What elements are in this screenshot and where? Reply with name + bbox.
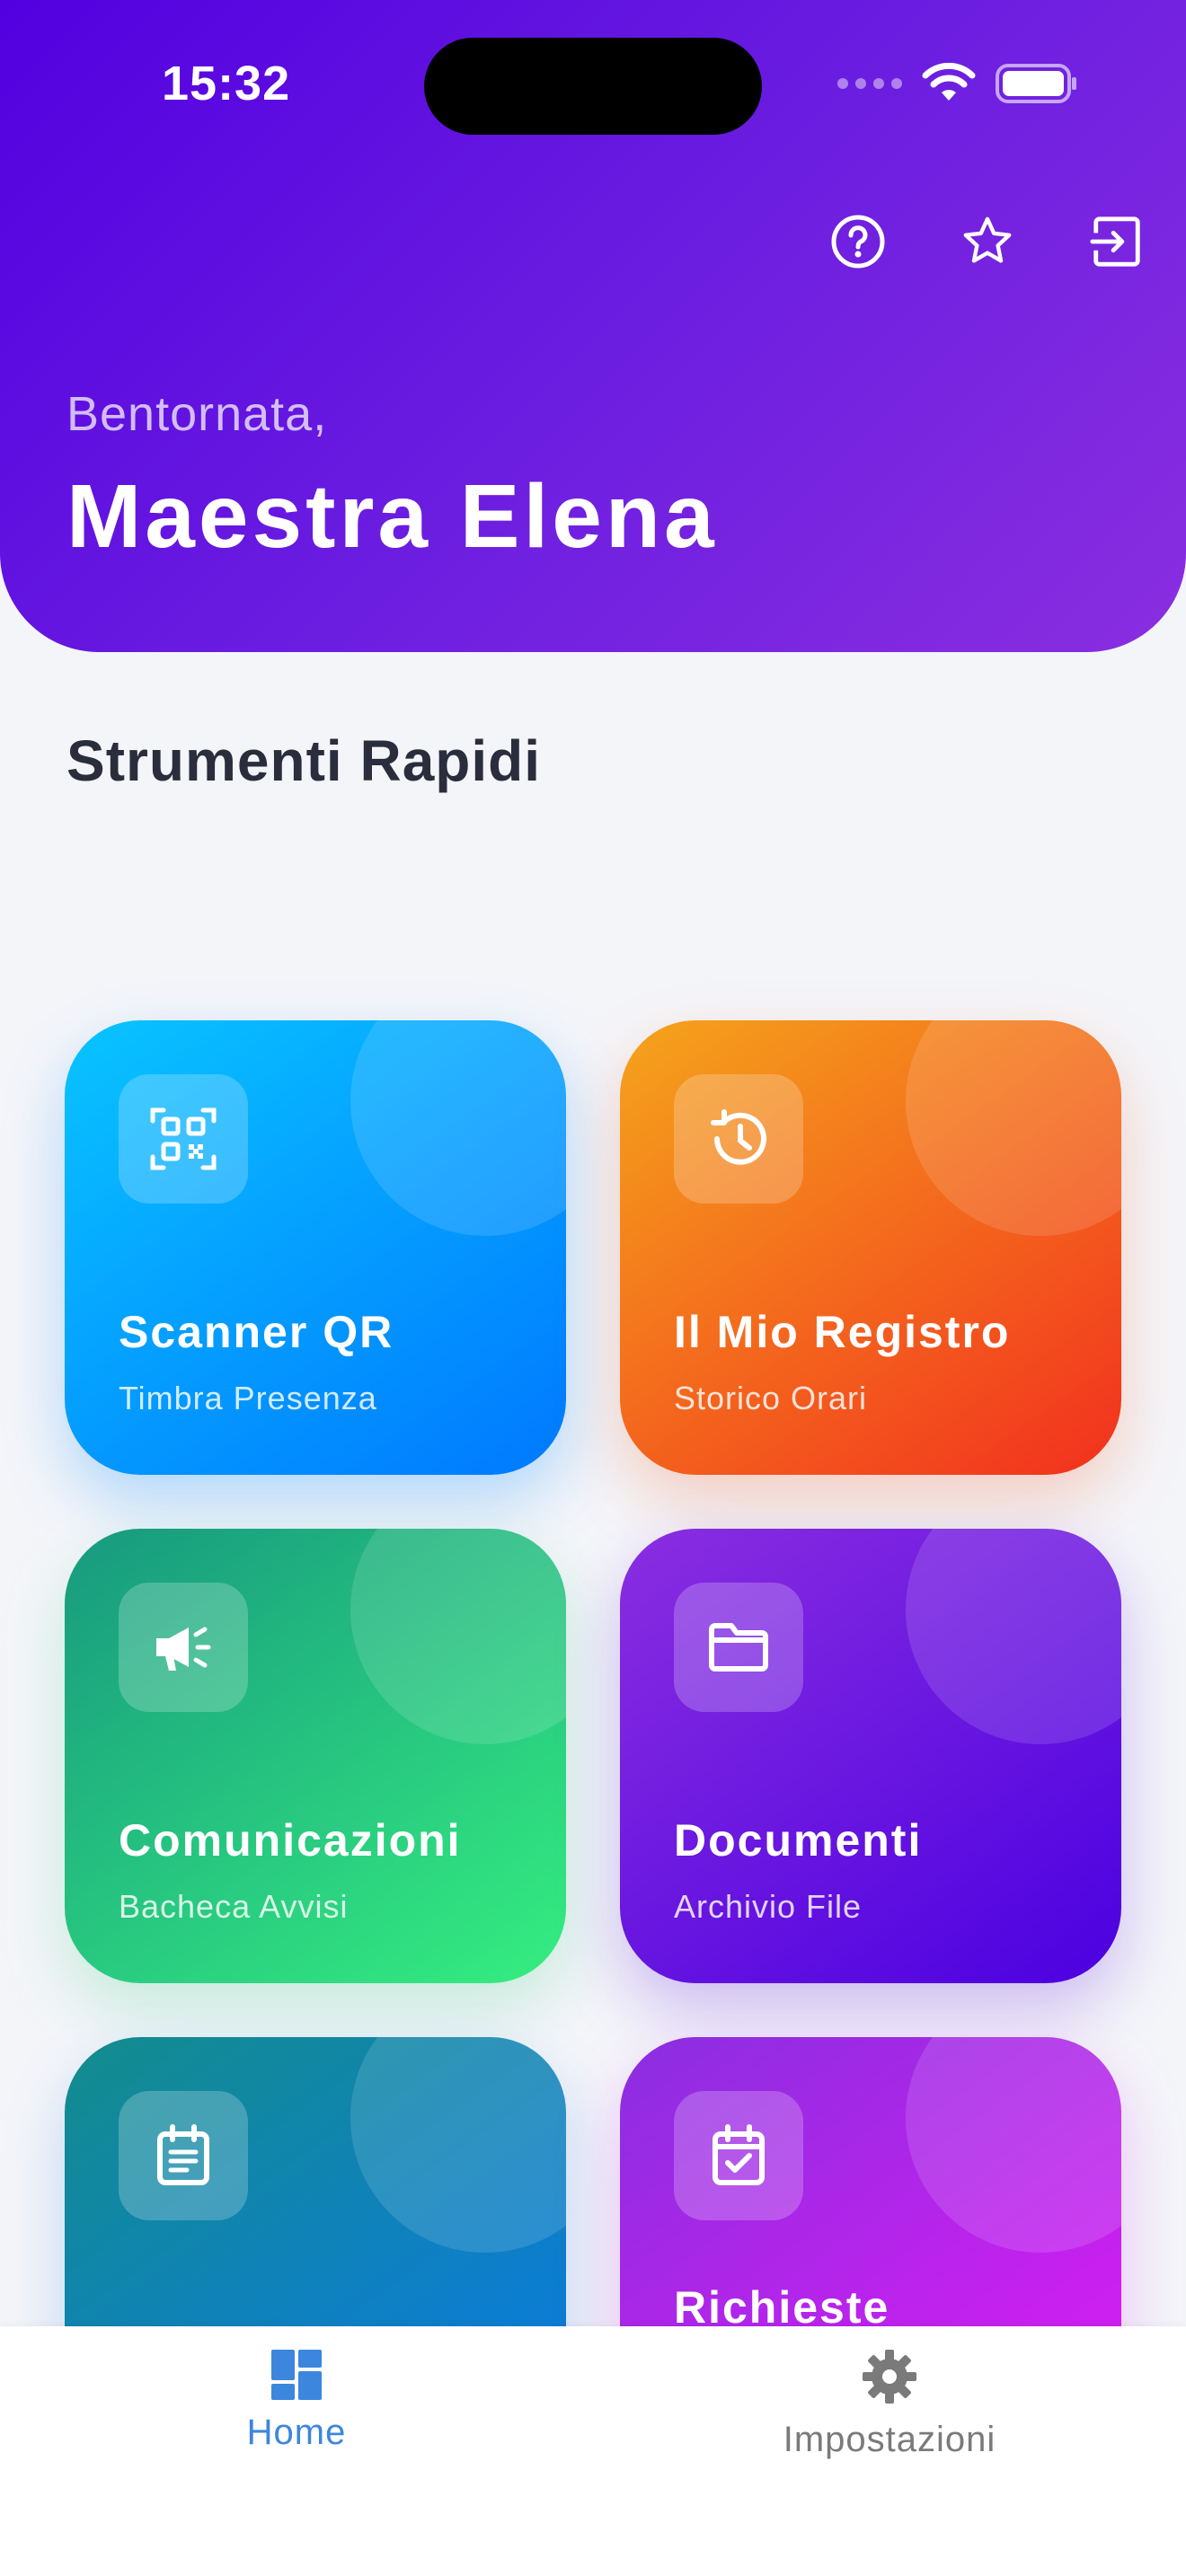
logout-button[interactable] [1080,205,1154,278]
tab-settings[interactable]: Impostazioni [593,2348,1186,2510]
app-screen: 15:32 Bentornata, Maestra Elena Strument… [0,0,1186,2576]
comunicazioni-card[interactable]: Comunicazioni Bacheca Avvisi [65,1529,566,1983]
card-title: Comunicazioni [119,1815,462,1866]
status-time: 15:32 [162,57,291,110]
tab-home-label: Home [246,2413,347,2452]
star-icon [963,216,1012,263]
card-subtitle: Bacheca Avvisi [119,1888,349,1925]
documenti-card[interactable]: Documenti Archivio File [620,1529,1121,1983]
greeting-text: Bentornata, [66,387,328,441]
bottom-tab-bar: Home Impostazioni [0,2326,1186,2576]
section-title: Strumenti Rapidi [66,728,542,793]
wifi-icon [922,63,976,101]
cellular-signal-icon [837,78,902,89]
card-title: Scanner QR [119,1307,394,1357]
card-subtitle: Storico Orari [674,1380,868,1416]
article-calendar-icon [157,2124,209,2185]
card-title: Il Mio Registro [674,1307,1011,1357]
header-actions [821,205,1154,278]
calendar-check-icon [712,2124,765,2185]
status-indicators [837,63,1078,104]
card-subtitle: Archivio File [674,1888,863,1925]
battery-icon [996,64,1076,103]
card-subtitle: Timbra Presenza [119,1380,377,1416]
folder-icon [709,1623,768,1672]
dashboard-icon [271,2350,322,2400]
registro-card[interactable]: Il Mio Registro Storico Orari [620,1020,1121,1475]
card-title: Documenti [674,1815,923,1866]
history-clock-icon [711,1109,766,1165]
tab-settings-label: Impostazioni [783,2420,996,2459]
user-name: Maestra Elena [66,466,718,567]
scanner-qr-card[interactable]: Scanner QR Timbra Presenza [65,1020,566,1475]
logout-icon [1090,216,1140,267]
megaphone-icon [156,1627,211,1671]
help-button[interactable] [821,205,895,278]
quick-tools-grid: Scanner QR Timbra Presenza Il Mio Regist… [65,1020,1121,2492]
tab-home[interactable]: Home [0,2348,593,2510]
favorites-button[interactable] [951,205,1024,278]
help-circle-icon [831,215,885,269]
qr-code-icon [150,1107,217,1170]
gear-icon [863,2350,916,2404]
header: 15:32 Bentornata, Maestra Elena [0,0,1186,652]
dynamic-island [424,38,762,135]
